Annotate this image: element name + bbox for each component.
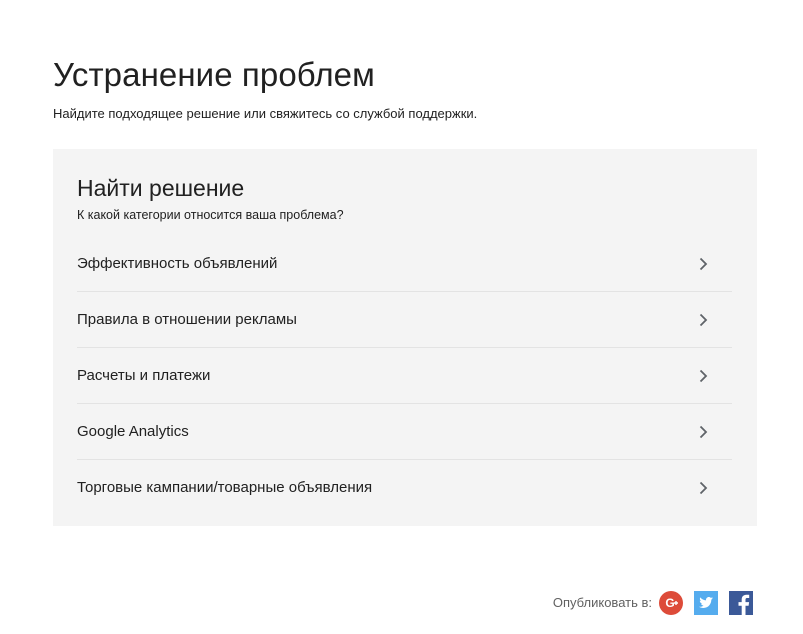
page-title: Устранение проблем <box>53 56 375 93</box>
chevron-right-icon <box>699 257 708 271</box>
chevron-right-icon <box>699 313 708 327</box>
share-label: Опубликовать в: <box>552 595 652 610</box>
chevron-right-icon <box>699 425 708 439</box>
category-option-label: Эффективность объявлений <box>77 255 278 272</box>
category-option-ad-performance[interactable]: Эффективность объявлений <box>77 236 732 292</box>
page-subtitle: Найдите подходящее решение или свяжитесь… <box>53 106 478 121</box>
category-option-label: Google Analytics <box>77 423 189 440</box>
category-option-ad-policies[interactable]: Правила в отношении рекламы <box>77 292 732 348</box>
category-option-label: Расчеты и платежи <box>77 367 211 384</box>
category-question: К какой категории относится ваша проблем… <box>77 208 344 222</box>
twitter-icon[interactable] <box>694 591 718 615</box>
category-option-label: Торговые кампании/товарные объявления <box>77 479 373 496</box>
category-option-google-analytics[interactable]: Google Analytics <box>77 404 732 460</box>
category-option-billing[interactable]: Расчеты и платежи <box>77 348 732 404</box>
share-bar: Опубликовать в: G <box>553 590 753 616</box>
troubleshooting-page: Устранение проблем Найдите подходящее ре… <box>0 0 803 634</box>
solution-finder-panel: Найти решение К какой категории относитс… <box>53 149 757 526</box>
svg-text:G: G <box>665 596 674 610</box>
solution-finder-title: Найти решение <box>77 175 245 201</box>
chevron-right-icon <box>699 481 708 495</box>
category-option-label: Правила в отношении рекламы <box>77 311 297 328</box>
category-option-shopping-campaigns[interactable]: Торговые кампании/товарные объявления <box>77 460 732 516</box>
category-list: Эффективность объявлений Правила в отнош… <box>77 236 732 516</box>
facebook-icon[interactable] <box>729 591 753 615</box>
google-plus-icon[interactable]: G <box>659 591 683 615</box>
chevron-right-icon <box>699 369 708 383</box>
